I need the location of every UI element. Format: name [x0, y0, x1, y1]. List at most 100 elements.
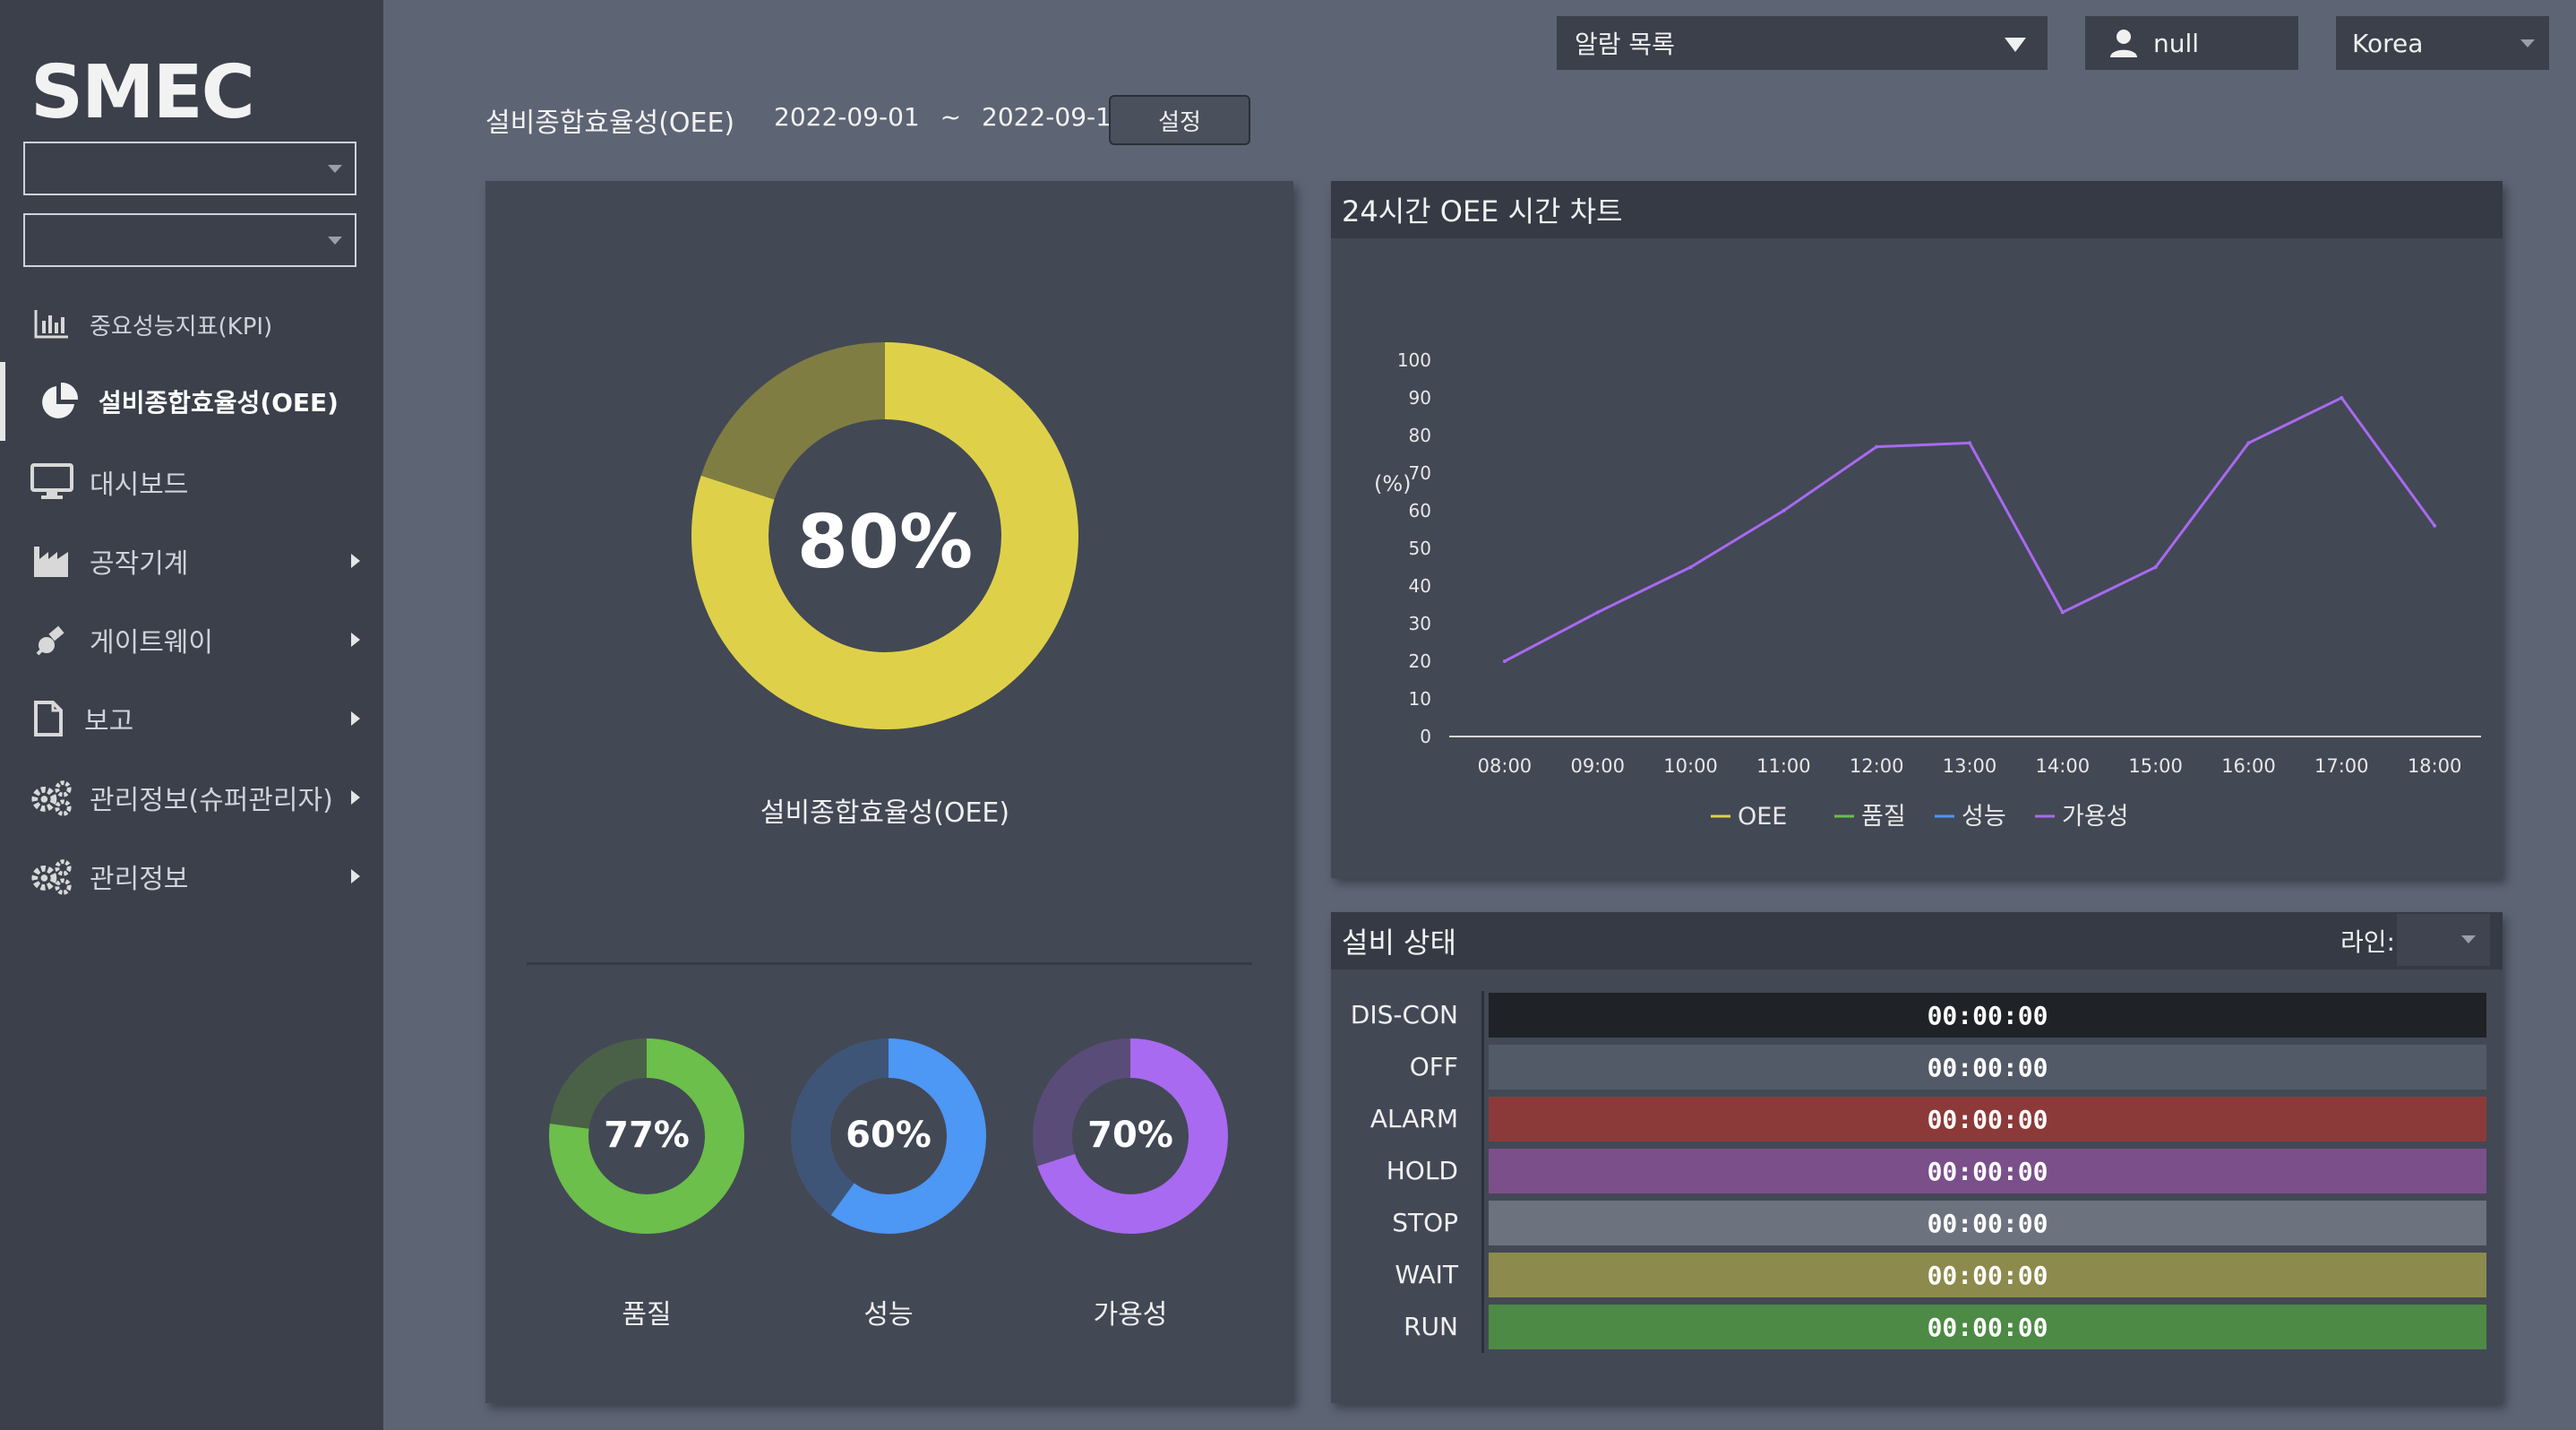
- alarm-list-dropdown[interactable]: 알람 목록: [1557, 16, 2048, 70]
- sidebar: SMEC 중요성능지표(KPI) 설비종합효율성(OEE) 대시보드 공작기계: [0, 0, 383, 1430]
- date-separator: ~: [940, 102, 962, 132]
- sidebar-item-label: 보고: [84, 706, 134, 737]
- status-duration-bar: 00:00:00: [1489, 1149, 2486, 1193]
- status-name: WAIT: [1395, 1260, 1458, 1289]
- language-select[interactable]: Korea: [2336, 16, 2549, 70]
- y-tick-label: 30: [1409, 613, 1431, 634]
- document-icon: [27, 697, 70, 740]
- chevron-down-icon: [2520, 39, 2535, 47]
- line-select[interactable]: [23, 213, 356, 267]
- data-point: [1968, 441, 1971, 445]
- oee-main-value: 80%: [796, 500, 974, 585]
- status-name: RUN: [1404, 1312, 1458, 1341]
- status-duration-bar: 00:00:00: [1489, 1201, 2486, 1245]
- chart-panel-title: 24시간 OEE 시간 차트: [1331, 181, 2503, 238]
- sidebar-item-report[interactable]: 보고: [0, 679, 383, 758]
- performance-value: 60%: [846, 1115, 932, 1156]
- data-point: [1688, 565, 1693, 569]
- availability-label: 가용성: [1093, 1299, 1168, 1331]
- sidebar-item-label: 설비종합효율성(OEE): [99, 388, 339, 418]
- sidebar-item-label: 대시보드: [90, 469, 189, 501]
- line-select[interactable]: [2397, 914, 2490, 966]
- sidebar-item-oee[interactable]: 설비종합효율성(OEE): [0, 362, 383, 441]
- data-point: [1502, 659, 1507, 663]
- y-tick-label: 0: [1420, 726, 1431, 747]
- status-name: ALARM: [1370, 1104, 1458, 1133]
- sidebar-item-gateway[interactable]: 게이트웨이: [0, 600, 383, 679]
- x-tick-label: 09:00: [1570, 755, 1625, 777]
- status-duration-bar: 00:00:00: [1489, 1253, 2486, 1297]
- app-logo: SMEC: [30, 50, 255, 135]
- x-tick-label: 17:00: [2314, 755, 2369, 777]
- data-point: [2246, 441, 2251, 445]
- legend-label: 성능: [1962, 803, 2006, 831]
- gears-icon: [30, 855, 73, 898]
- user-menu[interactable]: null: [2085, 16, 2298, 70]
- pie-chart-icon: [38, 380, 81, 423]
- chevron-right-icon: [351, 711, 360, 726]
- sidebar-item-dashboard[interactable]: 대시보드: [0, 443, 383, 521]
- x-tick-label: 16:00: [2221, 755, 2276, 777]
- sidebar-item-label: 게이트웨이: [90, 627, 213, 659]
- x-tick-label: 11:00: [1756, 755, 1811, 777]
- factory-select[interactable]: [23, 142, 356, 195]
- status-row: DIS-CON 00:00:00: [1331, 993, 2504, 1038]
- availability-value: 70%: [1087, 1115, 1173, 1156]
- chevron-right-icon: [351, 869, 360, 883]
- oee-main-label: 설비종합효율성(OEE): [760, 797, 1010, 829]
- chevron-right-icon: [351, 633, 360, 647]
- data-point: [2340, 396, 2344, 400]
- y-tick-label: 80: [1409, 425, 1431, 446]
- date-to[interactable]: 2022-09-19: [982, 102, 1128, 132]
- data-point: [1595, 610, 1600, 615]
- date-range[interactable]: 2022-09-01 ~ 2022-09-19: [774, 102, 1128, 132]
- y-tick-label: 40: [1409, 575, 1431, 597]
- y-tick-label: 60: [1409, 500, 1431, 521]
- legend-label: 가용성: [2062, 803, 2129, 831]
- status-title: 설비 상태: [1342, 926, 1456, 960]
- chevron-right-icon: [351, 790, 360, 805]
- gears-icon: [30, 776, 73, 819]
- sidebar-item-label: 관리정보(슈퍼관리자): [90, 785, 333, 816]
- x-tick-label: 10:00: [1663, 755, 1718, 777]
- status-row: OFF 00:00:00: [1331, 1045, 2504, 1090]
- line-chart: 0 10 20 30 40 50 60 70 80 90 100 (%) 08:00 09:00 10:00…: [1374, 349, 2481, 831]
- status-name: HOLD: [1386, 1156, 1458, 1185]
- oee-panel: 80% 설비종합효율성(OEE) 77% 품질 60% 성능 70% 가용성: [485, 181, 1293, 1403]
- data-point: [2433, 523, 2437, 528]
- set-button[interactable]: 설정: [1109, 95, 1250, 145]
- sidebar-item-kpi[interactable]: 중요성능지표(KPI): [0, 285, 383, 364]
- x-tick-label: 12:00: [1850, 755, 1904, 777]
- status-row: HOLD 00:00:00: [1331, 1149, 2504, 1193]
- alarm-list-label: 알람 목록: [1575, 30, 1675, 59]
- status-panel-title: 설비 상태 라인:: [1331, 912, 2503, 969]
- y-axis-label: (%): [1374, 471, 1412, 496]
- performance-label: 성능: [863, 1299, 914, 1331]
- chevron-down-icon: [2005, 38, 2026, 52]
- chevron-down-icon: [328, 237, 342, 245]
- factory-icon: [30, 539, 73, 582]
- monitor-icon: [30, 461, 73, 504]
- y-tick-label: 10: [1409, 688, 1431, 710]
- series-line: [1504, 396, 2436, 663]
- sidebar-item-label: 관리정보: [90, 864, 189, 895]
- sidebar-item-admin-super[interactable]: 관리정보(슈퍼관리자): [0, 758, 383, 837]
- y-tick-label: 50: [1409, 538, 1431, 559]
- sidebar-item-machines[interactable]: 공작기계: [0, 521, 383, 600]
- equipment-status-panel: 설비 상태 라인: DIS-CON 00:00:00 OFF 00:00:00 ALAR…: [1331, 912, 2503, 1403]
- x-tick-label: 13:00: [1943, 755, 1997, 777]
- sidebar-item-admin[interactable]: 관리정보: [0, 837, 383, 916]
- legend-label: 품질: [1861, 803, 1906, 831]
- y-tick-label: 90: [1409, 387, 1431, 409]
- language-value: Korea: [2352, 28, 2424, 58]
- data-point: [1875, 444, 1879, 449]
- sidebar-item-label: 중요성능지표(KPI): [90, 313, 273, 340]
- satellite-icon: [30, 618, 73, 661]
- oee-chart-panel: 24시간 OEE 시간 차트 0 10 20 30 40 50 60 70 80 90 100 (%)…: [1331, 181, 2503, 878]
- data-point: [1782, 509, 1786, 513]
- status-row: STOP 00:00:00: [1331, 1201, 2504, 1245]
- date-from[interactable]: 2022-09-01: [774, 102, 920, 132]
- quality-value: 77%: [604, 1115, 690, 1156]
- y-tick-label: 70: [1409, 462, 1431, 484]
- sidebar-item-label: 공작기계: [90, 548, 189, 580]
